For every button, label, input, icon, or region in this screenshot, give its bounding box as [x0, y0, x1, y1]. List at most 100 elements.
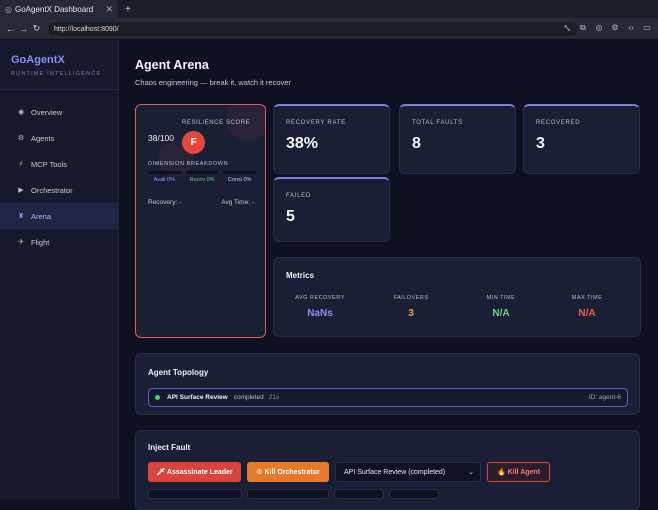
assassinate-leader-button[interactable]: 🗡 Assassinate Leader — [148, 462, 241, 482]
forward-icon[interactable]: → — [17, 24, 30, 34]
browser-tabbar: ◎ GoAgentX Dashboard ✕ + — [0, 0, 658, 18]
fault-option[interactable] — [334, 489, 384, 499]
metric-label: FAILOVERS — [393, 295, 429, 301]
window-icon[interactable]: ▭ — [642, 23, 652, 33]
target-icon[interactable]: ◎ — [594, 23, 604, 33]
agent-status: completed — [233, 394, 264, 401]
browser-tools: ↖ ⧉ ◎ ⚙ ‹› ▭ — [562, 23, 652, 33]
sidebar-item-label: Overview — [31, 107, 63, 117]
inject-fault-card: Inject Fault 🗡 Assassinate Leader ⚙ Kill… — [135, 430, 640, 510]
topology-title: Agent Topology — [148, 368, 209, 377]
sidebar-item-label: Flight — [31, 237, 50, 247]
fault-options-row — [148, 489, 628, 499]
stat-label: RECOVERED — [536, 120, 581, 126]
metric-min-time: MIN TIME N/A — [459, 295, 543, 319]
resilience-score-value: 38/100 — [148, 133, 174, 143]
stat-value: 8 — [412, 135, 421, 152]
stat-value: 3 — [536, 135, 545, 152]
avg-time-text: Avg Time: - — [221, 199, 254, 206]
metrics-card: Metrics AVG RECOVERY NaNs FAILOVERS 3 MI… — [273, 257, 641, 337]
sidebar-item-overview[interactable]: ◉ Overview — [0, 99, 119, 125]
metric-label: AVG RECOVERY — [295, 295, 345, 301]
sidebar-item-label: Arena — [31, 211, 52, 221]
sidebar-item-mcp-tools[interactable]: ⚡ MCP Tools — [0, 151, 119, 177]
stat-card-recovered: RECOVERED 3 — [523, 104, 640, 174]
stat-value: 5 — [286, 208, 295, 225]
arena-icon: ♜ — [17, 213, 25, 220]
back-icon[interactable]: ← — [4, 24, 17, 34]
metric-value: NaNs — [307, 308, 333, 319]
dimension-bar — [223, 171, 257, 174]
stat-label: FAILED — [286, 193, 311, 199]
stat-label: TOTAL FAULTS — [412, 120, 463, 126]
sidebar-item-flight[interactable]: ✈ Flight — [0, 229, 119, 255]
close-tab-icon[interactable]: ✕ — [105, 4, 113, 15]
agent-name: API Surface Review — [167, 394, 228, 401]
dimension-consi-label: Consi 0% — [227, 177, 252, 183]
resilience-score-label: RESILIENCE SCORE — [182, 120, 251, 126]
copy-icon[interactable]: ⧉ — [578, 23, 588, 33]
sidebar-item-arena[interactable]: ♜ Arena — [0, 203, 119, 229]
dimension-consi: Consi 0% — [223, 171, 257, 183]
new-tab-icon[interactable]: + — [125, 4, 131, 15]
metric-failovers: FAILOVERS 3 — [369, 295, 453, 319]
dimension-bar — [148, 171, 181, 174]
url-input[interactable]: http://localhost:8090/ ⌄ — [48, 22, 578, 36]
main-content: Agent Arena Chaos engineering — break it… — [120, 40, 658, 510]
lightning-icon: ⚡ — [18, 161, 24, 168]
resilience-card: 38/100 RESILIENCE SCORE F DIMENSION BREA… — [135, 104, 266, 338]
agent-id: ID: agent-6 — [588, 394, 621, 401]
address-bar-row: ← → ↻ http://localhost:8090/ ⌄ ↖ ⧉ ◎ ⚙ ‹… — [0, 18, 658, 40]
globe-icon: ◎ — [5, 4, 12, 14]
dimension-recov: Recov 0% — [185, 171, 219, 183]
dimension-avail: Avail 0% — [148, 171, 181, 183]
metric-value: N/A — [578, 308, 596, 319]
grade-badge: F — [182, 131, 205, 154]
inject-fault-title: Inject Fault — [148, 443, 191, 452]
sidebar-nav: ◉ Overview ⚙ Agents ⚡ MCP Tools ▶ Orches… — [0, 99, 119, 255]
agent-select-value: API Surface Review (completed) — [344, 468, 446, 476]
stat-card-total-faults: TOTAL FAULTS 8 — [399, 104, 516, 174]
fault-option[interactable] — [247, 489, 329, 499]
dimension-bar — [185, 171, 219, 174]
play-icon: ▶ — [18, 187, 24, 194]
metrics-title: Metrics — [286, 271, 315, 280]
browser-tab[interactable]: ◎ GoAgentX Dashboard ✕ — [0, 0, 118, 18]
plane-icon: ✈ — [18, 239, 24, 246]
metric-label: MIN TIME — [486, 295, 516, 301]
cursor-icon[interactable]: ↖ — [562, 23, 572, 33]
reload-icon[interactable]: ↻ — [30, 23, 43, 34]
recovery-text: Recovery: - — [148, 199, 182, 206]
agent-topology-card: Agent Topology API Surface Review comple… — [135, 353, 640, 415]
kill-orchestrator-button[interactable]: ⚙ Kill Orchestrator — [247, 462, 329, 482]
stat-value: 38% — [286, 135, 319, 152]
page-title: Agent Arena — [135, 58, 209, 72]
sidebar-item-label: MCP Tools — [31, 159, 67, 169]
metric-value: N/A — [492, 308, 510, 319]
overview-icon: ◉ — [17, 109, 25, 116]
stat-label: RECOVERY RATE — [286, 120, 346, 126]
settings-icon[interactable]: ⚙ — [610, 23, 620, 33]
kill-agent-button[interactable]: 🔥 Kill Agent — [487, 462, 550, 482]
agent-node[interactable]: API Surface Review completed 21s ID: age… — [148, 388, 628, 407]
sidebar-item-label: Agents — [31, 133, 55, 143]
tab-title: GoAgentX Dashboard — [14, 4, 94, 14]
dimension-avail-label: Avail 0% — [153, 177, 175, 183]
fault-option[interactable] — [389, 489, 439, 499]
agent-time: 21s — [268, 394, 280, 401]
sidebar-item-agents[interactable]: ⚙ Agents — [0, 125, 119, 151]
metric-value: 3 — [408, 308, 414, 319]
sidebar-item-orchestrator[interactable]: ▶ Orchestrator — [0, 177, 119, 203]
url-text: http://localhost:8090/ — [54, 25, 119, 33]
dimension-recov-label: Recov 0% — [189, 177, 215, 183]
metric-label: MAX TIME — [571, 295, 603, 301]
code-icon[interactable]: ‹› — [626, 23, 636, 33]
brand-title: GoAgentX — [11, 54, 65, 66]
dimension-breakdown-label: DIMENSION BREAKDOWN — [148, 161, 229, 167]
page-subtitle: Chaos engineering — break it, watch it r… — [135, 78, 291, 87]
agents-icon: ⚙ — [17, 135, 25, 142]
fault-option[interactable] — [148, 489, 242, 499]
metric-max-time: MAX TIME N/A — [545, 295, 629, 319]
chevron-down-icon: ⌄ — [468, 469, 474, 476]
agent-select[interactable]: API Surface Review (completed) ⌄ — [335, 462, 481, 482]
